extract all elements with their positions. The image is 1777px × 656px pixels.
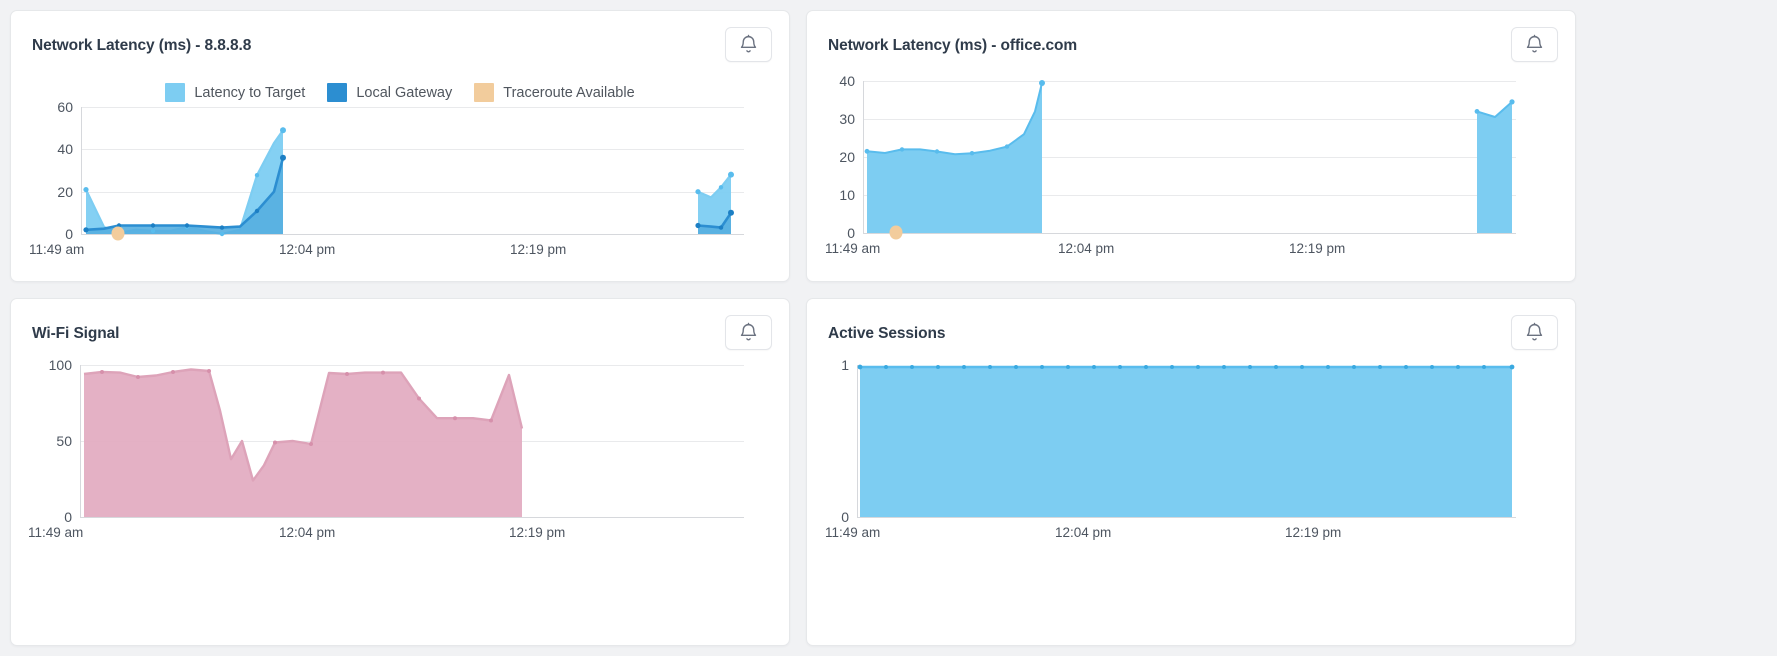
legend-item-traceroute-available[interactable]: Traceroute Available — [474, 83, 635, 102]
x-tick-label: 11:49 am — [825, 241, 881, 256]
x-tick-label: 12:04 pm — [279, 242, 336, 257]
series-group-latency-office — [864, 80, 1515, 240]
y-tick-label: 20 — [839, 149, 855, 165]
x-tick-label: 11:49 am — [29, 242, 85, 257]
series-group-wifi-signal — [83, 368, 524, 517]
page-title: Active Sessions — [828, 325, 946, 342]
series-area-latency-to-target-right — [1477, 101, 1512, 234]
bell-icon — [1524, 34, 1545, 55]
y-tick-label: 50 — [56, 433, 72, 449]
plot-area-wifi-signal[interactable]: 100 50 0 11:49 am 12:04 pm 12:19 pm — [28, 357, 744, 540]
x-axis-line — [80, 517, 744, 518]
legend-item-latency-to-target[interactable]: Latency to Target — [165, 83, 305, 102]
legend-swatch-traceroute-available — [474, 83, 495, 102]
alert-bell-button[interactable] — [725, 27, 772, 62]
y-tick-label: 60 — [57, 99, 73, 115]
y-tick-label: 20 — [57, 183, 73, 200]
legend-label-latency-to-target: Latency to Target — [194, 84, 306, 101]
y-tick-label: 100 — [48, 357, 72, 373]
alert-bell-button[interactable] — [1511, 315, 1558, 350]
y-tick-label: 0 — [64, 509, 72, 525]
legend-swatch-local-gateway — [327, 83, 348, 102]
series-group-latency-8888 — [83, 127, 734, 241]
bell-icon — [738, 322, 759, 343]
plot-area-network-latency-8888[interactable]: 60 40 20 0 11:49 am 12:04 pm 12:19 pm — [29, 99, 744, 257]
x-tick-label: 12:19 pm — [1285, 525, 1342, 540]
card-network-latency-office: Network Latency (ms) - office.com 40 30 … — [806, 10, 1576, 282]
card-active-sessions: Active Sessions 1 0 11:49 am 12:04 pm 12… — [806, 298, 1576, 646]
alert-bell-button[interactable] — [725, 315, 772, 350]
y-tick-label: 0 — [847, 225, 855, 241]
series-area-latency-to-target — [867, 83, 1042, 233]
y-tick-label: 40 — [839, 73, 855, 89]
legend-item-local-gateway[interactable]: Local Gateway — [327, 83, 452, 102]
y-tick-label: 10 — [839, 187, 855, 203]
x-axis-line — [857, 517, 1516, 518]
y-tick-label: 1 — [841, 357, 849, 373]
bell-icon — [738, 34, 759, 55]
series-group-active-sessions — [857, 364, 1515, 517]
alert-bell-button[interactable] — [1511, 27, 1558, 62]
x-tick-label: 12:04 pm — [1058, 241, 1115, 256]
x-tick-label: 11:49 am — [825, 525, 881, 540]
bell-icon — [1524, 322, 1545, 343]
y-tick-label: 40 — [57, 141, 73, 158]
page-title: Network Latency (ms) - office.com — [828, 37, 1078, 54]
plot-area-active-sessions[interactable]: 1 0 11:49 am 12:04 pm 12:19 pm — [825, 357, 1516, 540]
card-network-latency-8888: Network Latency (ms) - 8.8.8.8 Latency t… — [10, 10, 790, 282]
page-title: Wi-Fi Signal — [32, 325, 120, 342]
x-tick-label: 12:19 pm — [509, 525, 566, 540]
page-title: Network Latency (ms) - 8.8.8.8 — [32, 37, 252, 54]
x-tick-label: 12:04 pm — [1055, 525, 1112, 540]
plot-area-network-latency-office[interactable]: 40 30 20 10 0 11:49 am 12:04 pm 12:19 pm — [825, 73, 1516, 256]
traceroute-marker — [889, 225, 903, 240]
x-axis-line — [81, 234, 744, 235]
x-tick-label: 12:19 pm — [1289, 241, 1346, 256]
x-axis-line — [863, 233, 1516, 234]
y-tick-label: 0 — [841, 509, 849, 525]
y-tick-label: 0 — [65, 226, 73, 242]
card-wifi-signal: Wi-Fi Signal 100 50 0 11:49 am 12:04 pm … — [10, 298, 790, 646]
x-tick-label: 12:19 pm — [510, 242, 567, 257]
dashboard-grid: Network Latency (ms) - 8.8.8.8 Latency t… — [0, 0, 1777, 656]
y-tick-label: 30 — [839, 111, 855, 127]
chart-legend: Latency to Target Local Gateway Tracerou… — [11, 83, 789, 102]
traceroute-marker — [111, 226, 125, 241]
legend-label-traceroute-available: Traceroute Available — [503, 84, 635, 101]
series-area-active-sessions — [860, 367, 1512, 517]
x-tick-label: 11:49 am — [28, 525, 84, 540]
legend-label-local-gateway: Local Gateway — [356, 84, 453, 101]
legend-swatch-latency-to-target — [165, 83, 186, 102]
x-tick-label: 12:04 pm — [279, 525, 336, 540]
